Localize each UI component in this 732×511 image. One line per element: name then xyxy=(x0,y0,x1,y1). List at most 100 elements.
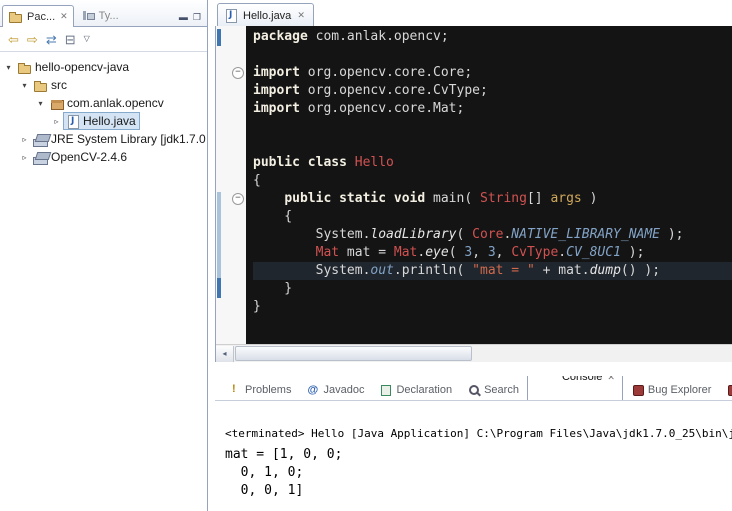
horizontal-scrollbar[interactable]: ◂ xyxy=(216,344,732,362)
tree-item-com-anlak-opencv[interactable]: ▾com.anlak.opencv xyxy=(0,94,207,112)
code-editor[interactable]: − − package com.anlak.opencv; import org.… xyxy=(215,26,732,362)
tree-item-inner: hello-opencv-java xyxy=(15,58,133,76)
code-line xyxy=(253,46,732,64)
scrollbar-thumb[interactable] xyxy=(235,346,472,361)
range-indicator xyxy=(217,278,221,298)
project-icon xyxy=(17,60,33,75)
twisty-expanded-icon[interactable]: ▾ xyxy=(2,63,15,72)
code-token xyxy=(253,245,316,260)
twisty-collapsed-icon[interactable]: ▹ xyxy=(18,135,31,144)
code-line: public class Hello xyxy=(253,154,732,172)
link-with-editor-icon[interactable]: ⇄ xyxy=(46,33,57,46)
code-line: import org.opencv.core.Core; xyxy=(253,64,732,82)
tab-label: Problems xyxy=(245,384,291,396)
maximize-icon[interactable]: ❐ xyxy=(193,13,201,22)
code-token: Mat xyxy=(394,245,417,260)
tab-bug[interactable]: Bug xyxy=(719,380,732,400)
tab-declaration[interactable]: Declaration xyxy=(372,380,459,400)
tree-item-label: Hello.java xyxy=(81,114,136,128)
tab-type-hierarchy[interactable]: Ty... xyxy=(74,4,125,26)
tab-console[interactable]: Console✕ xyxy=(527,376,623,401)
code-token: println xyxy=(402,263,457,278)
panel-window-buttons: ▬❐ xyxy=(179,13,205,26)
fold-marker-icon[interactable]: − xyxy=(232,193,244,205)
code-token: System. xyxy=(253,263,370,278)
console-header: <terminated> Hello [Java Application] C:… xyxy=(225,427,732,440)
back-icon[interactable]: ⇦ xyxy=(8,33,19,46)
java-file-icon xyxy=(223,8,239,23)
code-token: NATIVE_LIBRARY_NAME xyxy=(511,227,660,242)
view-menu-icon[interactable]: ▽ xyxy=(84,35,90,43)
tab-bug-explorer[interactable]: Bug Explorer xyxy=(624,380,719,400)
tree-item-jre-system-library-jdk1-7-0[interactable]: ▹JRE System Library [jdk1.7.0 xyxy=(0,130,207,148)
code-token: loadLibrary xyxy=(370,227,456,242)
code-token: public class xyxy=(253,155,347,170)
package-icon xyxy=(49,96,65,111)
tree-item-hello-opencv-java[interactable]: ▾ hello-opencv-java xyxy=(0,58,207,76)
code-token: { xyxy=(253,209,292,224)
code-token: 3 xyxy=(464,245,472,260)
code-token: import xyxy=(253,101,300,116)
twisty-expanded-icon[interactable]: ▾ xyxy=(18,81,31,90)
code-token: mat = xyxy=(339,245,394,260)
code-token: System. xyxy=(253,227,370,242)
close-icon[interactable]: ✕ xyxy=(607,376,615,382)
twisty-expanded-icon[interactable]: ▾ xyxy=(34,99,47,108)
code-token: args xyxy=(550,191,581,206)
code-line: System.loadLibrary( Core.NATIVE_LIBRARY_… xyxy=(253,226,732,244)
code-token: } xyxy=(253,281,292,296)
collapse-all-icon[interactable]: ⊟ xyxy=(65,33,76,46)
console-output: mat = [1, 0, 0; 0, 1, 0; 0, 0, 1] xyxy=(225,446,732,500)
tab-search[interactable]: Search xyxy=(460,380,526,400)
code-line: public static void main( String[] args ) xyxy=(253,190,732,208)
code-token: Hello xyxy=(355,155,394,170)
tab-javadoc[interactable]: Javadoc xyxy=(299,380,371,400)
eclipse-window: Pac... ✕ Ty... ▬❐ ⇦⇨⇄⊟▽ ▾hello-opencv-ja… xyxy=(0,0,732,511)
code-area[interactable]: package com.anlak.opencv; import org.ope… xyxy=(246,26,732,362)
code-token: eye xyxy=(425,245,448,260)
tree-item-src[interactable]: ▾ src xyxy=(0,76,207,94)
package-explorer-icon xyxy=(8,9,24,24)
tab-problems[interactable]: Problems xyxy=(221,380,298,400)
twisty-collapsed-icon[interactable]: ▹ xyxy=(50,117,63,126)
left-panel-tab-bar: Pac... ✕ Ty... ▬❐ xyxy=(0,0,207,27)
tree-item-opencv-2-4-6[interactable]: ▹ OpenCV-2.4.6 xyxy=(0,148,207,166)
code-token xyxy=(253,191,284,206)
scroll-left-icon[interactable]: ◂ xyxy=(216,346,234,362)
lib-icon xyxy=(33,132,49,147)
code-line: import org.opencv.core.CvType; xyxy=(253,82,732,100)
close-icon[interactable]: ✕ xyxy=(297,11,305,20)
close-icon[interactable]: ✕ xyxy=(60,12,68,21)
code-token: [] xyxy=(527,191,550,206)
code-token: . xyxy=(558,245,566,260)
tree-item-label: OpenCV-2.4.6 xyxy=(49,150,127,164)
code-token: org.opencv.core.Core; xyxy=(300,65,472,80)
srcfolder-icon xyxy=(33,78,49,93)
tree-item-hello-java[interactable]: ▹ Hello.java xyxy=(0,112,207,130)
tree-item-label: hello-opencv-java xyxy=(33,60,129,74)
tree-item-inner: src xyxy=(31,76,71,94)
tab-package-explorer[interactable]: Pac... ✕ xyxy=(2,5,74,27)
tree-item-label: src xyxy=(49,78,67,92)
code-token: import xyxy=(253,65,300,80)
code-token: ( xyxy=(457,263,473,278)
code-line: { xyxy=(253,208,732,226)
jfile-icon xyxy=(65,114,81,129)
code-line: } xyxy=(253,280,732,298)
minimize-icon[interactable]: ▬ xyxy=(179,13,188,22)
code-token: String xyxy=(480,191,527,206)
code-token: ) xyxy=(582,191,598,206)
bug-icon xyxy=(726,383,732,397)
fold-marker-icon[interactable]: − xyxy=(232,67,244,79)
bottom-tab-bar: Problems Javadoc Declaration Search Console✕… xyxy=(215,376,732,401)
twisty-collapsed-icon[interactable]: ▹ xyxy=(18,153,31,162)
code-token: public static void xyxy=(284,191,425,206)
tab-hello-java[interactable]: Hello.java ✕ xyxy=(217,3,314,27)
tab-label: Search xyxy=(484,384,519,396)
code-token: ( xyxy=(457,227,473,242)
tab-label: Declaration xyxy=(396,384,452,396)
forward-icon[interactable]: ⇨ xyxy=(27,33,38,46)
search-icon xyxy=(467,383,481,397)
project-tree: ▾hello-opencv-java▾src▾com.anlak.opencv▹… xyxy=(0,52,207,166)
tab-label: Hello.java xyxy=(243,10,291,22)
